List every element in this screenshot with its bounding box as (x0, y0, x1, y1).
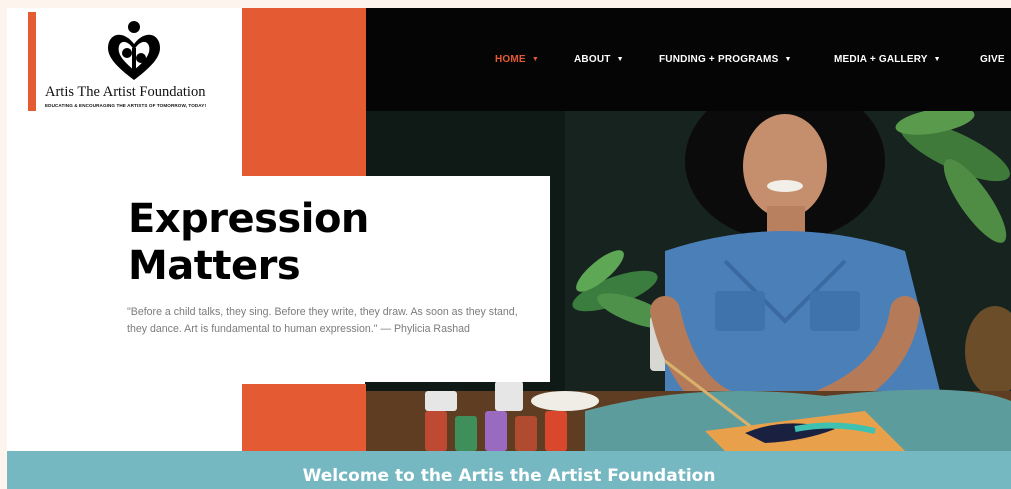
logo-accent-bar (28, 12, 36, 111)
nav-funding-programs-label: FUNDING + PROGRAMS (659, 54, 779, 65)
nav-home[interactable]: HOME ▼ (495, 54, 539, 65)
chevron-down-icon: ▼ (933, 56, 941, 63)
hero-title-line-1: Expression (128, 196, 369, 242)
nav-give[interactable]: GIVE (980, 54, 1005, 65)
welcome-heading: Welcome to the Artis the Artist Foundati… (302, 466, 716, 486)
nav-give-label: GIVE (980, 54, 1005, 65)
welcome-banner: Welcome to the Artis the Artist Foundati… (7, 451, 1011, 489)
nav-home-label: HOME (495, 54, 526, 65)
chevron-down-icon: ▼ (531, 56, 539, 63)
hero-quote: "Before a child talks, they sing. Before… (127, 306, 518, 335)
nav-media-gallery[interactable]: MEDIA + GALLERY ▼ (834, 54, 941, 65)
hero-card: Expression Matters "Before a child talks… (100, 176, 550, 382)
orange-accent-block-upper (242, 8, 366, 176)
nav-funding-programs[interactable]: FUNDING + PROGRAMS ▼ (659, 54, 792, 65)
main-nav-bar: HOME ▼ ABOUT ▼ FUNDING + PROGRAMS ▼ MEDIA +… (365, 8, 1011, 111)
page-frame: HOME ▼ ABOUT ▼ FUNDING + PROGRAMS ▼ MEDIA +… (7, 8, 1011, 489)
hero-title-line-2: Matters (128, 243, 301, 289)
orange-accent-block-lower (242, 384, 366, 451)
nav-media-gallery-label: MEDIA + GALLERY (834, 54, 928, 65)
chevron-down-icon: ▼ (616, 56, 624, 63)
logo-title: Artis The Artist Foundation (45, 84, 206, 100)
nav-about[interactable]: ABOUT ▼ (574, 54, 624, 65)
nav-about-label: ABOUT (574, 54, 611, 65)
heart-people-icon (108, 21, 160, 80)
logo-tagline: EDUCATING & ENCOURAGING THE ARTISTS OF T… (45, 103, 207, 108)
chevron-down-icon: ▼ (784, 56, 792, 63)
hero-title: Expression Matters (128, 196, 369, 290)
